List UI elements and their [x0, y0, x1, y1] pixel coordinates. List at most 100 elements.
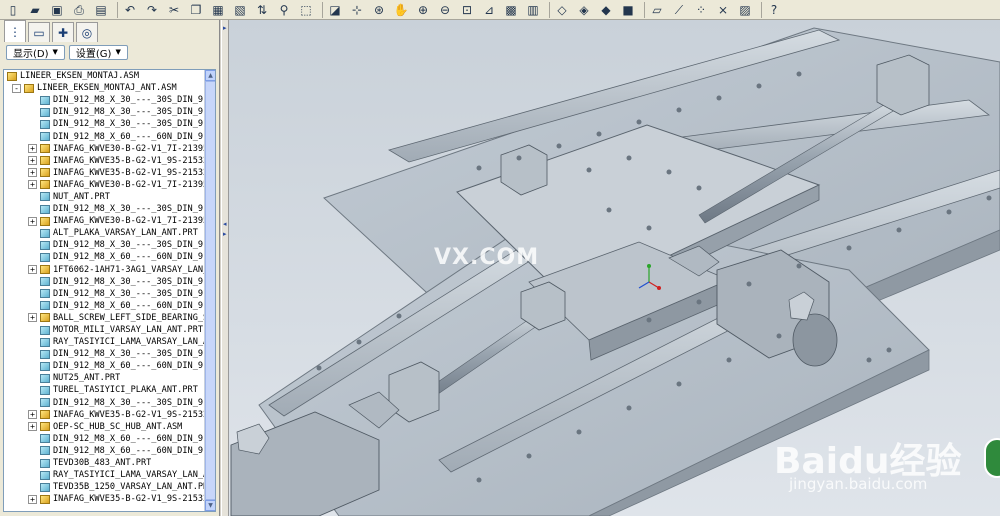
context-help-icon[interactable]: ?	[765, 2, 783, 18]
pan-icon[interactable]: ✋	[392, 2, 410, 18]
expand-icon[interactable]: +	[28, 494, 37, 504]
favorites-tab[interactable]: ✚	[52, 22, 74, 42]
expand-icon[interactable]: +	[28, 313, 37, 323]
expand-icon[interactable]: +	[28, 410, 37, 420]
paste-special-icon[interactable]: ▧	[231, 2, 249, 18]
axes-toggle-icon[interactable]: ⟋	[670, 2, 688, 18]
open-icon[interactable]: ▰	[26, 2, 44, 18]
tree-item[interactable]: + OEP-SC_HUB_SC_HUB_ANT.ASM	[4, 421, 204, 433]
redo-icon[interactable]: ↷	[143, 2, 161, 18]
hidden-line-icon[interactable]: ◈	[575, 2, 593, 18]
tree-item[interactable]: DIN_912_M8_X_30_---_30S_DIN_912.PRT	[4, 239, 204, 251]
tree-item[interactable]: NUT25_ANT.PRT	[4, 372, 204, 384]
tree-item[interactable]: + INAFAG_KWVE35-B-G2-V1_9S-215326.ASM	[4, 409, 204, 421]
tree-item[interactable]: RAY_TASIYICI_LAMA_VARSAY_LAN_ANT.PRT	[4, 336, 204, 348]
undo-icon[interactable]: ↶	[121, 2, 139, 18]
cut-icon[interactable]: ✂	[165, 2, 183, 18]
tree-item-label: INAFAG_KWVE35-B-G2-V1_9S-215326.ASM	[53, 155, 204, 166]
web-tab[interactable]: ◎	[76, 22, 98, 42]
collapse-icon[interactable]: -	[12, 83, 21, 93]
tree-item[interactable]: DIN_912_M8_X_60_---_60N_DIN_912.PRT	[4, 433, 204, 445]
wireframe-icon[interactable]: ◇	[553, 2, 571, 18]
show-menu[interactable]: 显示(D) ▼	[6, 44, 65, 60]
tree-item[interactable]: - LINEER_EKSEN_MONTAJ_ANT.ASM	[4, 82, 204, 94]
model-tree-tab[interactable]: ⋮	[4, 20, 26, 42]
tree-item[interactable]: TEVD35B_1250_VARSAY_LAN_ANT.PRT	[4, 481, 204, 493]
toolbar-separator	[117, 1, 118, 18]
tree-item[interactable]: + BALL_SCREW_LEFT_SIDE_BEARING_SU.ASM	[4, 312, 204, 324]
tree-item-label: INAFAG_KWVE35-B-G2-V1_9S-215326.ASM	[53, 494, 204, 505]
tree-item[interactable]: + INAFAG_KWVE35-B-G2-V1_9S-215326.ASM	[4, 167, 204, 179]
csys-toggle-icon[interactable]: ⨯	[714, 2, 732, 18]
expand-icon[interactable]: +	[28, 156, 37, 166]
tree-item[interactable]: + INAFAG_KWVE35-B-G2-V1_9S-215326.ASM	[4, 493, 204, 505]
tree-item[interactable]: DIN_912_M8_X_30_---_30S_DIN_912.PRT	[4, 288, 204, 300]
saved-views-icon[interactable]: ▩	[502, 2, 520, 18]
zoom-out-icon[interactable]: ⊖	[436, 2, 454, 18]
tree-item[interactable]: + INAFAG_KWVE30-B-G2-V1_7I-213957.ASM	[4, 215, 204, 227]
zoom-in-icon[interactable]: ⊕	[414, 2, 432, 18]
tree-item[interactable]: DIN_912_M8_X_30_---_30S_DIN_912.PRT	[4, 106, 204, 118]
tree-item[interactable]: DIN_912_M8_X_30_---_30S_DIN_912.PRT	[4, 348, 204, 360]
folder-browser-tab[interactable]: ▭	[28, 22, 50, 42]
settings-menu[interactable]: 设置(G) ▼	[68, 44, 128, 60]
copy-icon[interactable]: ❐	[187, 2, 205, 18]
tree-item[interactable]: TEVD30B_483_ANT.PRT	[4, 457, 204, 469]
select-box-icon[interactable]: ⬚	[297, 2, 315, 18]
expand-icon[interactable]: +	[28, 144, 37, 154]
datum-axis-icon[interactable]: ⊹	[348, 2, 366, 18]
regenerate-icon[interactable]: ⇅	[253, 2, 271, 18]
tree-item[interactable]: + INAFAG_KWVE30-B-G2-V1_7I-213957.ASM	[4, 143, 204, 155]
paste-icon[interactable]: ▦	[209, 2, 227, 18]
find-icon[interactable]: ⚲	[275, 2, 293, 18]
datum-point-icon[interactable]: ⊛	[370, 2, 388, 18]
expand-icon[interactable]: +	[28, 180, 37, 190]
tree-item[interactable]: DIN_912_M8_X_60_---_60N_DIN_912.PRT	[4, 300, 204, 312]
tree-item[interactable]: DIN_912_M8_X_60_---_60N_DIN_912.PRT	[4, 130, 204, 142]
refit-icon[interactable]: ⊡	[458, 2, 476, 18]
print-icon[interactable]: ⎙	[70, 2, 88, 18]
scroll-down-icon[interactable]: ▼	[205, 500, 215, 511]
no-hidden-icon[interactable]: ◆	[597, 2, 615, 18]
expand-icon[interactable]: +	[28, 168, 37, 178]
tree-scrollbar[interactable]: ▲ ▼	[204, 70, 215, 511]
tree-item[interactable]: + INAFAG_KWVE30-B-G2-V1_7I-213957.ASM	[4, 179, 204, 191]
tree-item[interactable]: DIN_912_M8_X_60_---_60N_DIN_912.PRT	[4, 445, 204, 457]
tree-item[interactable]: + INAFAG_KWVE35-B-G2-V1_9S-215326.ASM	[4, 155, 204, 167]
expand-icon[interactable]: +	[28, 422, 37, 432]
graphics-window[interactable]: VX.COM Baidu经验 jingyan.baidu.com	[229, 20, 1000, 516]
side-badge-icon[interactable]	[984, 438, 1000, 478]
collapse-arrow-icon[interactable]: ▸	[223, 24, 227, 32]
tree-item[interactable]: RAY_TASIYICI_LAMA_VARSAY_LAN_ANT.PRT	[4, 469, 204, 481]
tree-item[interactable]: DIN_912_M8_X_60_---_60N_DIN_912.PRT	[4, 251, 204, 263]
expand-icon[interactable]: +	[28, 265, 37, 275]
scroll-thumb[interactable]	[205, 81, 215, 500]
new-icon[interactable]: ▯	[4, 2, 22, 18]
collapse-arrow-icon[interactable]: ◂	[223, 220, 227, 228]
tree-item[interactable]: TUREL_TASIYICI_PLAKA_ANT.PRT	[4, 384, 204, 396]
save-icon[interactable]: ▣	[48, 2, 66, 18]
datum-planes-toggle-icon[interactable]: ▱	[648, 2, 666, 18]
tree-item[interactable]: DIN_912_M8_X_30_---_30S_DIN_912.PRT	[4, 397, 204, 409]
tree-item[interactable]: MOTOR_MILI_VARSAY_LAN_ANT.PRT	[4, 324, 204, 336]
orient-icon[interactable]: ⊿	[480, 2, 498, 18]
shading-icon[interactable]: ▨	[736, 2, 754, 18]
tree-item[interactable]: NUT_ANT.PRT	[4, 191, 204, 203]
tree-item[interactable]: DIN_912_M8_X_60_---_60N_DIN_912.PRT	[4, 360, 204, 372]
tree-item[interactable]: +1FT6062-1AH71-3AG1_VARSAY_LAN_A.ASM	[4, 264, 204, 276]
tree-item[interactable]: DIN_912_M8_X_30_---_30S_DIN_912.PRT	[4, 94, 204, 106]
panel-splitter[interactable]: ▸ ◂ ▸	[221, 20, 229, 516]
tree-item[interactable]: DIN_912_M8_X_30_---_30S_DIN_912.PRT	[4, 118, 204, 130]
points-toggle-icon[interactable]: ⁘	[692, 2, 710, 18]
shaded-icon[interactable]: ■	[619, 2, 637, 18]
tree-root[interactable]: LINEER_EKSEN_MONTAJ.ASM	[4, 70, 204, 82]
expand-arrow-icon[interactable]: ▸	[223, 230, 227, 238]
tree-item[interactable]: DIN_912_M8_X_30_---_30S_DIN_912.PRT	[4, 203, 204, 215]
print-preview-icon[interactable]: ▤	[92, 2, 110, 18]
datum-plane-icon[interactable]: ◪	[326, 2, 344, 18]
layers-icon[interactable]: ▥	[524, 2, 542, 18]
tree-item[interactable]: ALT_PLAKA_VARSAY_LAN_ANT.PRT	[4, 227, 204, 239]
scroll-up-icon[interactable]: ▲	[205, 70, 215, 81]
tree-item[interactable]: DIN_912_M8_X_30_---_30S_DIN_912.PRT	[4, 276, 204, 288]
expand-icon[interactable]: +	[28, 216, 37, 226]
